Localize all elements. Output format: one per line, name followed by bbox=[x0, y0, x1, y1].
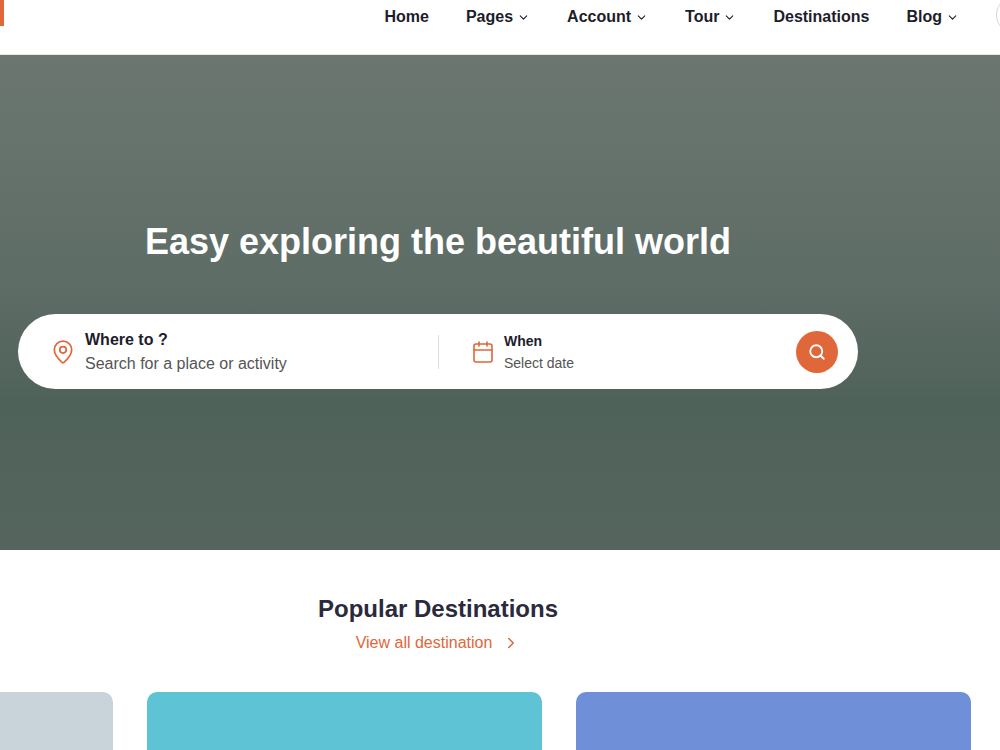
when-field[interactable]: When bbox=[439, 333, 796, 371]
hero-content: Easy exploring the beautiful world Where … bbox=[18, 55, 858, 389]
hero-title: Easy exploring the beautiful world bbox=[145, 220, 731, 264]
page: Home Pages Account Tour Destinations Blog Easy… bbox=[0, 0, 1000, 750]
destinations-section: Popular Destinations View all destination bbox=[18, 550, 858, 750]
where-label: Where to ? bbox=[85, 331, 292, 349]
nav-item[interactable]: Destinations bbox=[773, 8, 869, 26]
chevron-down-icon bbox=[517, 11, 530, 24]
search-button[interactable] bbox=[796, 331, 838, 373]
search-icon bbox=[808, 343, 826, 361]
destination-card[interactable] bbox=[147, 692, 542, 750]
chevron-down-icon bbox=[946, 11, 959, 24]
search-bar: Where to ? When bbox=[18, 314, 858, 389]
field-divider bbox=[438, 335, 439, 369]
nav-item[interactable]: Account bbox=[567, 8, 648, 26]
user-avatar[interactable] bbox=[996, 0, 1000, 34]
calendar-icon bbox=[471, 340, 495, 364]
when-input[interactable] bbox=[504, 355, 685, 371]
main-nav: Home Pages Account Tour Destinations Blog bbox=[384, 0, 1000, 34]
hero: Easy exploring the beautiful world Where … bbox=[0, 55, 1000, 550]
view-all-link[interactable]: View all destination bbox=[356, 634, 521, 652]
chevron-down-icon bbox=[723, 11, 736, 24]
header: Home Pages Account Tour Destinations Blog bbox=[0, 0, 1000, 55]
nav-item[interactable]: Blog bbox=[906, 8, 959, 26]
when-label: When bbox=[504, 333, 685, 349]
where-field[interactable]: Where to ? bbox=[50, 331, 438, 373]
map-pin-icon bbox=[50, 339, 76, 365]
destination-cards bbox=[0, 692, 971, 750]
chevron-right-icon bbox=[502, 634, 520, 652]
destination-card[interactable] bbox=[0, 692, 113, 750]
where-input[interactable] bbox=[85, 355, 292, 373]
nav-item[interactable]: Pages bbox=[466, 8, 530, 26]
logo[interactable] bbox=[0, 0, 4, 26]
chevron-down-icon bbox=[635, 11, 648, 24]
destination-card[interactable] bbox=[576, 692, 971, 750]
section-title: Popular Destinations bbox=[318, 594, 558, 624]
nav-item[interactable]: Tour bbox=[685, 8, 736, 26]
where-text: Where to ? bbox=[85, 331, 292, 373]
nav-item[interactable]: Home bbox=[384, 8, 428, 26]
when-text: When bbox=[504, 333, 685, 371]
